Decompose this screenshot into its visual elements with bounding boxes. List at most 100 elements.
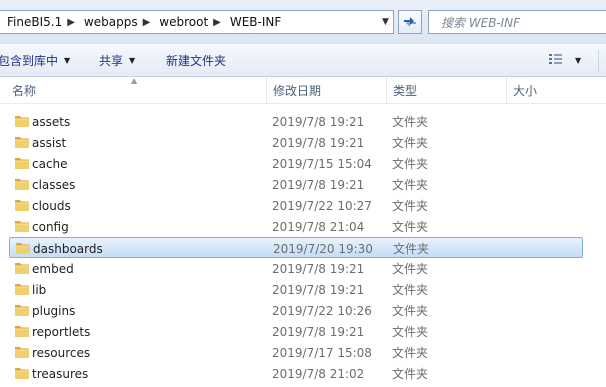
breadcrumb-web-inf[interactable]: WEB-INF [223,15,284,29]
address-bar[interactable]: FineBI5.1 ▶ webapps ▶ webroot ▶ WEB-INF [0,10,394,34]
share-label: 共享 [99,53,124,68]
folder-icon [15,368,29,379]
new-folder-button[interactable]: 新建文件夹 [166,44,226,76]
file-name: assets [32,114,71,129]
file-type: 文件夹 [392,157,429,171]
include-in-library-label: 包含到库中 [0,53,59,68]
file-row[interactable]: cache 2019/7/15 15:04 文件夹 [9,153,583,174]
file-name: config [32,219,69,234]
folder-icon [15,347,29,358]
folder-icon [16,243,30,254]
file-row[interactable]: assist 2019/7/8 19:21 文件夹 [9,132,583,153]
file-modified-date: 2019/7/22 10:26 [272,303,372,318]
file-modified-date: 2019/7/8 19:21 [272,177,365,192]
folder-icon [15,221,29,232]
chevron-down-icon: ▼ [64,55,71,65]
new-folder-label: 新建文件夹 [166,53,227,68]
file-type: 文件夹 [392,325,429,339]
file-name: reportlets [32,324,91,339]
divider [598,50,599,72]
file-type: 文件夹 [392,283,429,297]
column-header-size[interactable]: 大小 [513,78,537,103]
file-name: resources [32,345,91,360]
folder-icon [15,179,29,190]
file-name: classes [32,177,76,192]
file-type: 文件夹 [392,178,429,192]
file-modified-date: 2019/7/8 19:21 [272,261,365,276]
file-name: dashboards [33,241,103,256]
folder-icon [15,200,29,211]
file-row[interactable]: dashboards 2019/7/20 19:30 文件夹 [9,237,583,258]
file-name: clouds [32,198,71,213]
file-row[interactable]: reportlets 2019/7/8 19:21 文件夹 [9,321,583,342]
file-modified-date: 2019/7/20 19:30 [273,241,373,256]
file-row[interactable]: resources 2019/7/17 15:08 文件夹 [9,342,583,363]
view-options-button[interactable]: ▼ [548,53,581,67]
file-type: 文件夹 [392,346,429,360]
file-name: cache [32,156,68,171]
column-resize-handle[interactable] [266,78,267,103]
file-name: assist [32,135,67,150]
file-name: plugins [32,303,76,318]
file-modified-date: 2019/7/22 10:27 [272,198,372,213]
file-row[interactable]: classes 2019/7/8 19:21 文件夹 [9,174,583,195]
file-row[interactable]: clouds 2019/7/22 10:27 文件夹 [9,195,583,216]
file-row[interactable]: lib 2019/7/8 19:21 文件夹 [9,279,583,300]
share-button[interactable]: 共享 ▼ [99,44,135,76]
sort-ascending-icon: ▲ [131,76,138,85]
chevron-down-icon[interactable]: ▼ [575,56,581,65]
address-history-dropdown-icon[interactable]: ▼ [377,10,394,34]
file-type: 文件夹 [392,262,429,276]
file-row[interactable]: config 2019/7/8 21:04 文件夹 [9,216,583,237]
file-modified-date: 2019/7/8 21:04 [272,219,365,234]
file-row[interactable]: plugins 2019/7/22 10:26 文件夹 [9,300,583,321]
file-modified-date: 2019/7/8 19:21 [272,324,365,339]
breadcrumb-webroot[interactable]: webroot [152,15,211,29]
column-header-modified[interactable]: 修改日期 [273,78,321,103]
folder-icon [15,263,29,274]
file-row[interactable]: embed 2019/7/8 19:21 文件夹 [9,258,583,279]
include-in-library-button[interactable]: 包含到库中 ▼ [0,44,70,76]
file-type: 文件夹 [392,367,429,381]
file-modified-date: 2019/7/8 21:02 [272,366,365,381]
file-name: treasures [32,366,89,381]
file-type: 文件夹 [392,220,429,234]
file-row[interactable]: assets 2019/7/8 19:21 文件夹 [9,111,583,132]
refresh-icon [404,17,416,27]
folder-icon [15,326,29,337]
file-name: lib [32,282,47,297]
column-header-row: ▲ 名称 修改日期 类型 大小 [0,76,606,104]
breadcrumb-finebi[interactable]: FineBI5.1 [0,15,65,29]
file-modified-date: 2019/7/17 15:08 [272,345,372,360]
column-header-name[interactable]: 名称 [12,78,36,103]
folder-icon [15,158,29,169]
chevron-right-icon[interactable]: ▶ [211,17,223,28]
chevron-down-icon: ▼ [129,55,136,65]
search-input[interactable]: 搜索 WEB-INF [428,10,606,34]
address-bar-area: FineBI5.1 ▶ webapps ▶ webroot ▶ WEB-INF … [0,0,606,44]
refresh-button[interactable] [398,10,422,34]
view-options-icon [549,54,562,64]
chevron-right-icon[interactable]: ▶ [65,17,77,28]
chevron-right-icon[interactable]: ▶ [141,17,153,28]
column-header-type[interactable]: 类型 [393,78,417,103]
file-type: 文件夹 [392,199,429,213]
file-modified-date: 2019/7/8 19:21 [272,135,365,150]
file-row[interactable]: treasures 2019/7/8 21:02 文件夹 [9,363,583,384]
file-type: 文件夹 [392,136,429,150]
folder-icon [15,284,29,295]
file-type: 文件夹 [393,242,430,256]
file-type: 文件夹 [392,304,429,318]
file-modified-date: 2019/7/15 15:04 [272,156,372,171]
folder-icon [15,137,29,148]
folder-icon [15,116,29,127]
column-resize-handle[interactable] [506,78,507,103]
column-resize-handle[interactable] [386,78,387,103]
command-bar: 包含到库中 ▼ 共享 ▼ 新建文件夹 ▼ [0,44,606,77]
file-name: embed [32,261,74,276]
folder-icon [15,305,29,316]
file-type: 文件夹 [392,115,429,129]
file-modified-date: 2019/7/8 19:21 [272,114,365,129]
breadcrumb-webapps[interactable]: webapps [77,15,141,29]
file-modified-date: 2019/7/8 19:21 [272,282,365,297]
